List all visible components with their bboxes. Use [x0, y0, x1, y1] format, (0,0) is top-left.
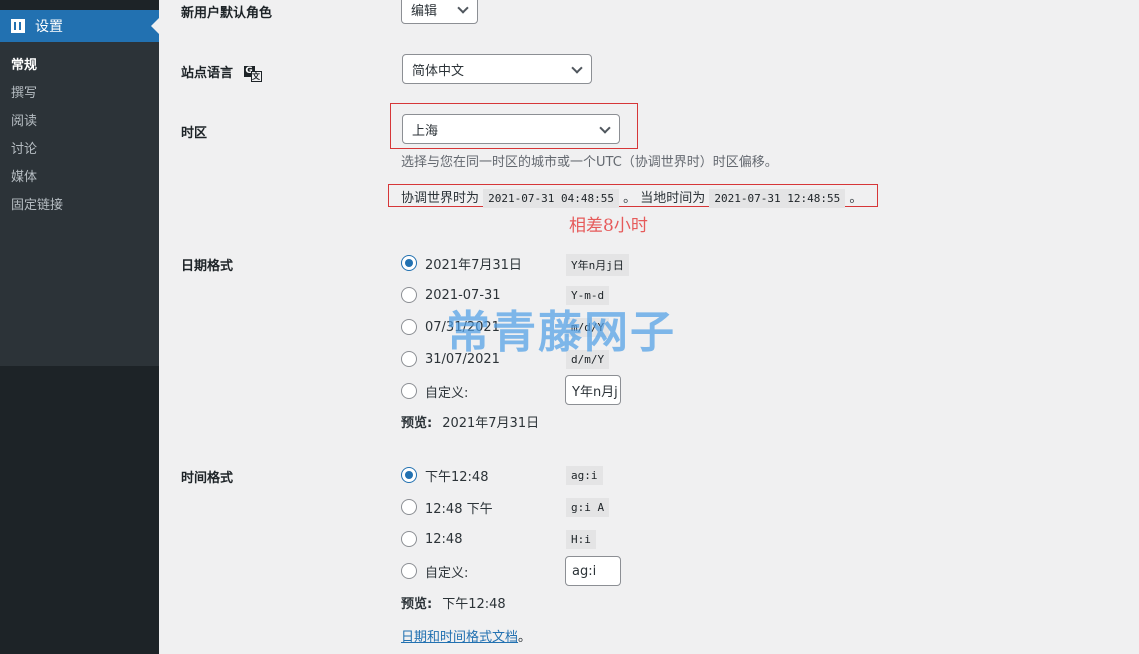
time-option-1-code: ag:i [566, 466, 603, 485]
watermark-text: 常青藤网子 [446, 307, 676, 358]
time-custom-input[interactable]: ag:i [565, 556, 621, 586]
local-prefix: 。 当地时间为 [623, 191, 706, 206]
site-language-value: 简体中文 [412, 63, 465, 79]
timezone-label: 时区 [181, 126, 208, 141]
radio-button[interactable] [401, 319, 417, 335]
date-custom-label: 自定义: [425, 385, 469, 401]
sidebar-top-remnant [0, 0, 159, 8]
timezone-value: 上海 [412, 123, 439, 139]
time-suffix: 。 [849, 191, 863, 206]
date-option-1-text: 2021年7月31日 [425, 257, 522, 273]
time-format-label: 时间格式 [181, 471, 234, 486]
date-preview-value: 2021年7月31日 [442, 416, 540, 431]
timezone-description: 选择与您在同一时区的城市或一个UTC（协调世界时）时区偏移。 [401, 155, 778, 170]
submenu-item-general[interactable]: 常规 [0, 52, 159, 80]
time-info: 协调世界时为 2021-07-31 04:48:55 。 当地时间为 2021-… [401, 187, 863, 208]
translate-icon: G文 [243, 65, 262, 82]
time-option-2-text: 12:48 下午 [425, 501, 493, 517]
utc-prefix: 协调世界时为 [401, 191, 480, 206]
submenu-item-media[interactable]: 媒体 [0, 164, 159, 192]
site-language-select[interactable]: 简体中文 [402, 54, 592, 84]
site-language-label: 站点语言 G文 [181, 62, 262, 82]
annotation-note: 相差8小时 [569, 216, 648, 236]
submenu-item-permalinks[interactable]: 固定链接 [0, 192, 159, 220]
time-preview-label: 预览: [401, 597, 433, 612]
default-role-label: 新用户默认角色 [181, 6, 273, 21]
radio-button[interactable] [401, 255, 417, 271]
submenu-item-discussion[interactable]: 讨论 [0, 136, 159, 164]
doc-link-suffix: 。 [518, 630, 532, 645]
active-menu-arrow [151, 18, 159, 34]
chevron-down-icon [571, 62, 583, 74]
time-preview-value: 下午12:48 [442, 597, 506, 612]
chevron-down-icon [599, 122, 611, 134]
default-role-value: 编辑 [411, 3, 438, 19]
local-time: 2021-07-31 12:48:55 [709, 189, 846, 208]
radio-button[interactable] [401, 499, 417, 515]
date-time-docs-link[interactable]: 日期和时间格式文档 [401, 630, 518, 645]
radio-button[interactable] [401, 467, 417, 483]
time-option-3-code: H:i [566, 530, 596, 549]
radio-button[interactable] [401, 287, 417, 303]
radio-button[interactable] [401, 531, 417, 547]
date-preview: 预览: 2021年7月31日 [401, 412, 539, 431]
time-option-1[interactable]: 下午12:48 [401, 465, 488, 485]
date-option-1-code: Y年n月j日 [566, 254, 629, 276]
submenu-item-writing[interactable]: 撰写 [0, 80, 159, 108]
submenu-item-reading[interactable]: 阅读 [0, 108, 159, 136]
radio-button[interactable] [401, 563, 417, 579]
time-option-3-text: 12:48 [425, 531, 463, 547]
admin-sidebar: 设置 常规 撰写 阅读 讨论 媒体 固定链接 [0, 0, 159, 654]
radio-button[interactable] [401, 383, 417, 399]
time-option-1-text: 下午12:48 [425, 469, 489, 485]
date-option-1[interactable]: 2021年7月31日 [401, 253, 522, 273]
time-option-2-code: g:i A [566, 498, 610, 517]
timezone-select[interactable]: 上海 [402, 114, 620, 144]
radio-button[interactable] [401, 351, 417, 367]
menu-item-settings-label: 设置 [35, 19, 63, 35]
date-option-custom[interactable]: 自定义: [401, 381, 468, 401]
settings-submenu: 常规 撰写 阅读 讨论 媒体 固定链接 [0, 52, 159, 220]
time-option-3[interactable]: 12:48 [401, 529, 462, 549]
date-format-label: 日期格式 [181, 259, 234, 274]
doc-link-line: 日期和时间格式文档。 [401, 626, 531, 645]
chevron-down-icon [457, 2, 469, 14]
settings-icon [11, 19, 25, 33]
date-preview-label: 预览: [401, 416, 433, 431]
date-custom-input[interactable]: Y年n月j日 [565, 375, 621, 405]
time-option-2[interactable]: 12:48 下午 [401, 497, 493, 517]
site-language-label-text: 站点语言 [181, 66, 234, 81]
utc-time: 2021-07-31 04:48:55 [483, 189, 619, 208]
time-custom-label: 自定义: [425, 565, 469, 581]
time-preview: 预览: 下午12:48 [401, 593, 506, 612]
default-role-select[interactable]: 编辑 [401, 0, 478, 24]
menu-item-settings[interactable]: 设置 [0, 10, 159, 42]
time-option-custom[interactable]: 自定义: [401, 561, 468, 581]
